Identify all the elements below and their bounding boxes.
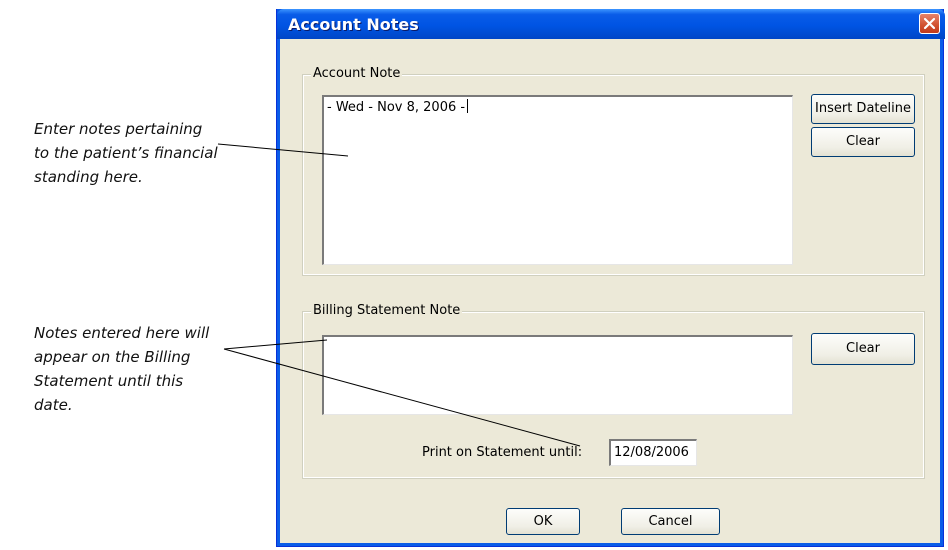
text-cursor — [467, 99, 469, 113]
account-note-value: - Wed - Nov 8, 2006 - — [327, 100, 466, 115]
print-until-label: Print on Statement until: — [422, 445, 583, 460]
callout-billing-note: Notes entered here will appear on the Bi… — [34, 321, 209, 417]
billing-statement-note-group: Billing Statement Note Clear Print on St… — [302, 303, 925, 479]
cancel-button[interactable]: Cancel — [621, 508, 720, 535]
callout-line: Notes entered here will — [34, 324, 210, 342]
account-notes-dialog: Account Notes Account Note - Wed - Nov 8… — [276, 9, 945, 547]
close-button[interactable] — [919, 13, 940, 34]
account-note-legend: Account Note — [311, 66, 403, 81]
insert-dateline-button[interactable]: Insert Dateline — [811, 94, 915, 124]
callout-line: to the patient’s financial — [34, 144, 218, 162]
title-bar[interactable]: Account Notes — [277, 9, 945, 39]
account-note-textarea[interactable]: - Wed - Nov 8, 2006 - — [322, 95, 793, 265]
print-until-date-field[interactable]: 12/08/2006 — [609, 439, 697, 466]
print-until-value: 12/08/2006 — [614, 445, 689, 460]
callout-line: Enter notes pertaining — [34, 120, 203, 138]
callout-line: Statement until this — [34, 372, 184, 390]
callout-line: appear on the Billing — [34, 348, 191, 366]
dialog-title: Account Notes — [288, 15, 419, 34]
clear-account-note-button[interactable]: Clear — [811, 127, 915, 157]
billing-note-textarea[interactable] — [322, 335, 793, 415]
callout-line: date. — [34, 396, 73, 414]
callout-line: standing here. — [34, 168, 143, 186]
clear-billing-note-button[interactable]: Clear — [811, 333, 915, 365]
ok-button[interactable]: OK — [506, 508, 580, 535]
account-note-group: Account Note - Wed - Nov 8, 2006 - Inser… — [302, 66, 925, 276]
callout-account-note: Enter notes pertaining to the patient’s … — [34, 117, 218, 189]
close-icon — [923, 17, 936, 30]
billing-note-legend: Billing Statement Note — [311, 303, 463, 318]
